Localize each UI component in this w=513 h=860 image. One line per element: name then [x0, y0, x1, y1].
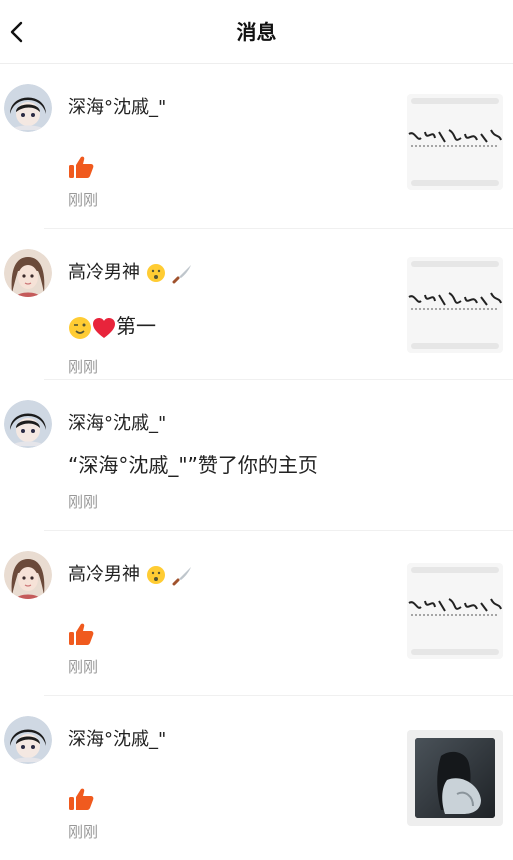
photo-image — [407, 730, 503, 826]
post-thumbnail[interactable] — [407, 730, 503, 826]
heart-icon — [93, 317, 115, 338]
timestamp: 刚刚 — [68, 358, 99, 376]
post-thumbnail[interactable] — [407, 257, 503, 353]
thumbs-up-icon — [69, 156, 94, 178]
like-content — [68, 152, 94, 179]
profile-like-content: “深海°沈戚_"”赞了你的主页 — [68, 453, 318, 477]
user-name-text: 高冷男神 — [68, 262, 140, 283]
calligraphy-image — [408, 129, 502, 147]
avatar[interactable] — [4, 249, 52, 297]
user-name[interactable]: 高冷男神 — [68, 563, 193, 587]
comment-text: 第一 — [116, 314, 156, 338]
astonished-face-icon — [146, 566, 165, 584]
user-name[interactable]: 高冷男神 — [68, 261, 193, 285]
user-name[interactable]: 深海°沈戚_" — [68, 412, 166, 436]
comment-content: 第一 — [68, 313, 156, 340]
knife-icon — [172, 265, 192, 284]
message-list: 深海°沈戚_" 刚刚 高冷男神 第一 刚刚 深海°沈戚_" “深海°沈戚_"”赞… — [0, 64, 513, 860]
list-item[interactable]: 高冷男神 刚刚 — [4, 531, 513, 696]
timestamp: 刚刚 — [68, 191, 99, 209]
calligraphy-image — [408, 292, 502, 310]
timestamp: 刚刚 — [68, 658, 99, 676]
thumbs-up-icon — [69, 623, 94, 645]
list-item[interactable]: 深海°沈戚_" 刚刚 — [4, 696, 513, 860]
timestamp: 刚刚 — [68, 823, 99, 841]
like-content — [68, 619, 94, 646]
knife-icon — [172, 567, 192, 586]
timestamp: 刚刚 — [68, 493, 99, 511]
avatar[interactable] — [4, 84, 52, 132]
post-thumbnail[interactable] — [407, 94, 503, 190]
user-name[interactable]: 深海°沈戚_" — [68, 728, 166, 752]
list-item[interactable]: 深海°沈戚_" “深海°沈戚_"”赞了你的主页 刚刚 — [4, 380, 513, 531]
list-item[interactable]: 高冷男神 第一 刚刚 — [4, 229, 513, 380]
page-title: 消息 — [236, 20, 277, 44]
avatar[interactable] — [4, 716, 52, 764]
calligraphy-image — [408, 598, 502, 616]
winking-face-icon — [69, 316, 91, 339]
post-thumbnail[interactable] — [407, 563, 503, 659]
astonished-face-icon — [146, 264, 165, 282]
avatar[interactable] — [4, 551, 52, 599]
user-name-text: 高冷男神 — [68, 564, 140, 585]
thumbs-up-icon — [69, 788, 94, 810]
list-item[interactable]: 深海°沈戚_" 刚刚 — [4, 64, 513, 229]
top-bar: 消息 — [0, 0, 513, 64]
user-name[interactable]: 深海°沈戚_" — [68, 96, 166, 120]
like-content — [68, 784, 94, 811]
avatar[interactable] — [4, 400, 52, 448]
